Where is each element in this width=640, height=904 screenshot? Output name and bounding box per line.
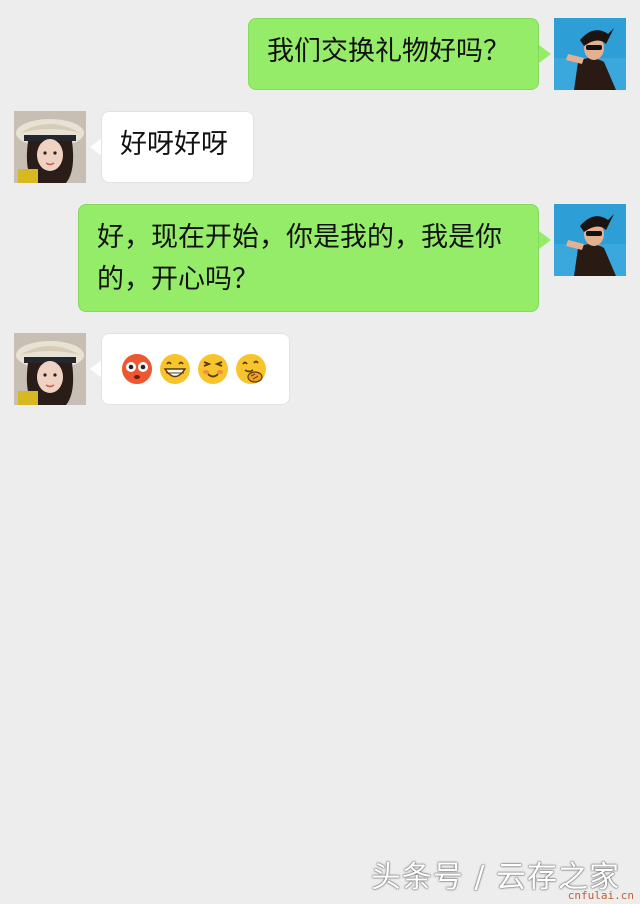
bubble-tail [539, 45, 551, 63]
message-row-incoming: 好呀好呀 [0, 111, 640, 185]
message-bubble-incoming[interactable]: 好呀好呀 [101, 111, 254, 183]
message-text: 好，现在开始，你是我的，我是你的，开心吗？ [97, 222, 502, 295]
message-text: 我们交换礼物好吗？ [267, 36, 510, 67]
smile-emoji-icon [198, 354, 228, 384]
avatar-self[interactable] [554, 204, 626, 276]
bubble-tail [539, 231, 551, 249]
hug-emoji-icon [236, 354, 266, 384]
message-bubble-incoming[interactable] [101, 333, 290, 405]
message-row-outgoing: 我们交换礼物好吗？ [0, 18, 640, 92]
avatar-contact[interactable] [14, 111, 86, 183]
flushed-emoji-icon [122, 354, 152, 384]
grin-emoji-icon [160, 354, 190, 384]
avatar-self[interactable] [554, 18, 626, 90]
message-text: 好呀好呀 [120, 129, 228, 160]
message-row-outgoing: 好，现在开始，你是我的，我是你的，开心吗？ [0, 204, 640, 314]
message-row-incoming [0, 333, 640, 407]
emoji-group [120, 348, 271, 390]
message-bubble-outgoing[interactable]: 好，现在开始，你是我的，我是你的，开心吗？ [78, 204, 539, 312]
message-bubble-outgoing[interactable]: 我们交换礼物好吗？ [248, 18, 539, 90]
watermark-site: cnfulai.cn [567, 889, 634, 902]
avatar-contact[interactable] [14, 333, 86, 405]
